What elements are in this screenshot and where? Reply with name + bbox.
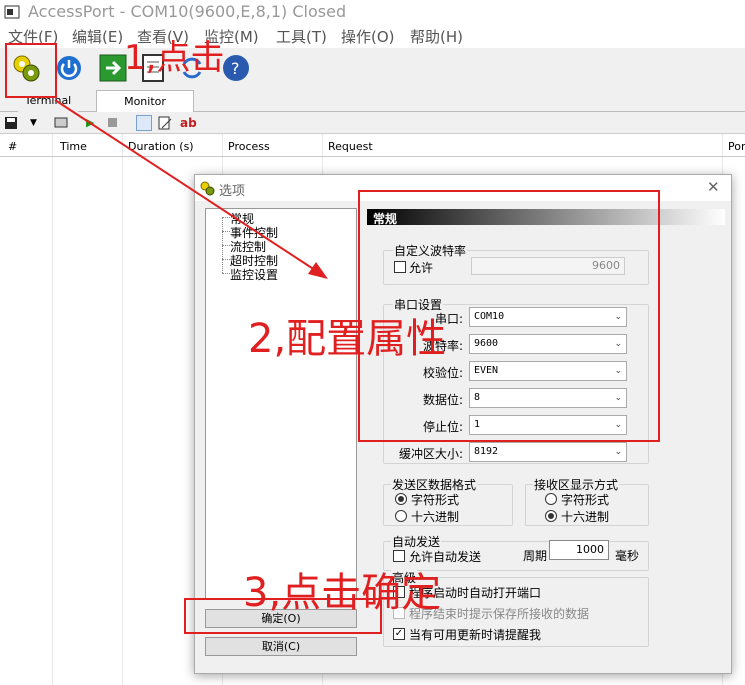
annotation-step1: 1,点击 [124, 38, 225, 78]
annotation-step3: 3,点击确定 [243, 570, 442, 616]
annotation-step2: 2,配置属性 [248, 316, 447, 362]
